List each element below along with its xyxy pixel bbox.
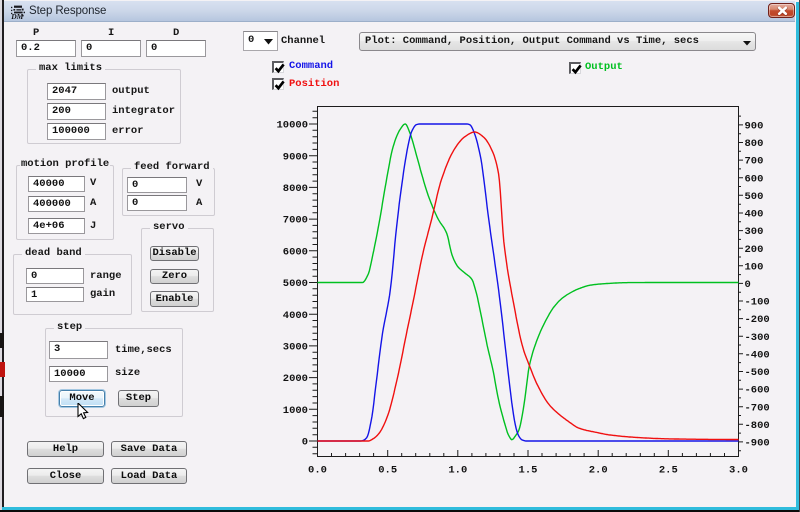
svg-text:1.0: 1.0: [448, 464, 467, 476]
svg-text:600: 600: [745, 173, 764, 185]
svg-text:2000: 2000: [283, 373, 308, 385]
svg-text:-900: -900: [745, 438, 770, 450]
svg-text:9000: 9000: [283, 151, 308, 163]
svg-text:-800: -800: [745, 420, 770, 432]
svg-text:5000: 5000: [283, 278, 308, 290]
svg-text:700: 700: [745, 156, 764, 168]
svg-text:-100: -100: [745, 297, 770, 309]
svg-text:500: 500: [745, 191, 764, 203]
svg-text:200: 200: [745, 244, 764, 256]
svg-text:-300: -300: [745, 332, 770, 344]
svg-text:0.0: 0.0: [308, 464, 327, 476]
svg-text:4000: 4000: [283, 310, 308, 322]
svg-text:1.5: 1.5: [519, 464, 538, 476]
svg-text:-200: -200: [745, 314, 770, 326]
svg-text:-500: -500: [745, 367, 770, 379]
svg-text:-400: -400: [745, 349, 770, 361]
svg-text:300: 300: [745, 226, 764, 238]
svg-text:0: 0: [745, 279, 751, 291]
svg-text:400: 400: [745, 209, 764, 221]
svg-text:8000: 8000: [283, 183, 308, 195]
svg-text:-700: -700: [745, 402, 770, 414]
svg-text:1000: 1000: [283, 405, 308, 417]
svg-text:-600: -600: [745, 385, 770, 397]
svg-text:3.0: 3.0: [729, 464, 748, 476]
svg-text:0.5: 0.5: [378, 464, 397, 476]
svg-text:0: 0: [302, 437, 308, 449]
svg-text:6000: 6000: [283, 246, 308, 258]
svg-text:7000: 7000: [283, 215, 308, 227]
svg-text:10000: 10000: [276, 120, 308, 132]
svg-text:800: 800: [745, 138, 764, 150]
svg-text:2.0: 2.0: [589, 464, 608, 476]
svg-text:3000: 3000: [283, 342, 308, 354]
svg-text:100: 100: [745, 261, 764, 273]
svg-text:900: 900: [745, 121, 764, 133]
svg-text:2.5: 2.5: [659, 464, 678, 476]
